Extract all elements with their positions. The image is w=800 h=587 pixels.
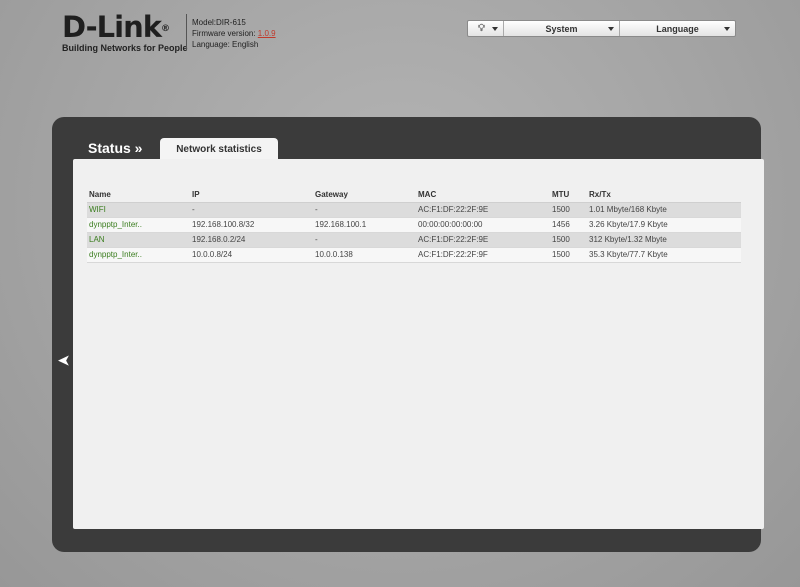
breadcrumb-status[interactable]: Status » [88, 140, 142, 156]
interface-name-link[interactable]: WIFI [87, 202, 190, 218]
cell-rxtx: 1.01 Mbyte/168 Kbyte [587, 202, 741, 218]
cell-gateway: 10.0.0.138 [313, 247, 416, 263]
logo-registered-mark: ® [161, 24, 170, 34]
logo-text: D-Link [62, 10, 162, 44]
cell-mtu: 1456 [550, 217, 587, 233]
language-menu-label: Language [656, 23, 699, 34]
cell-rxtx: 312 Kbyte/1.32 Mbyte [587, 232, 741, 248]
cell-ip: 10.0.0.8/24 [190, 247, 313, 263]
column-header-name: Name [87, 188, 190, 203]
column-header-gateway: Gateway [313, 188, 416, 203]
cell-mac: AC:F1:DF:22:2F:9F [416, 247, 550, 263]
cell-mtu: 1500 [550, 247, 587, 263]
interface-name-link[interactable]: dynpptp_Inter.. [87, 217, 190, 233]
cell-ip: 192.168.100.8/32 [190, 217, 313, 233]
cell-mac: 00:00:00:00:00:00 [416, 217, 550, 233]
dlink-logo: D-Link® Building Networks for People [62, 10, 188, 53]
network-statistics-table: Name IP Gateway MAC MTU Rx/Tx WIFI - - A… [87, 188, 741, 263]
column-header-ip: IP [190, 188, 313, 203]
system-menu-dropdown[interactable]: System [504, 21, 620, 36]
language-info: Language: English [192, 40, 259, 49]
device-info: Model:DIR-615 Firmware version: 1.0.9 La… [192, 17, 276, 50]
system-menu-label: System [545, 23, 578, 34]
chevron-down-icon [724, 27, 730, 31]
logo-tagline: Building Networks for People [62, 43, 188, 53]
table-row: dynpptp_Inter.. 192.168.100.8/32 192.168… [87, 217, 741, 233]
lightbulb-icon: 💡︎ [478, 23, 485, 34]
table-row: dynpptp_Inter.. 10.0.0.8/24 10.0.0.138 A… [87, 247, 741, 263]
cell-gateway: - [313, 202, 416, 218]
cell-gateway: 192.168.100.1 [313, 217, 416, 233]
chevron-down-icon [608, 27, 614, 31]
interface-name-link[interactable]: dynpptp_Inter.. [87, 247, 190, 263]
firmware-line: Firmware version: 1.0.9 [192, 28, 276, 39]
cell-gateway: - [313, 232, 416, 248]
firmware-label: Firmware version: [192, 29, 258, 38]
column-header-mac: MAC [416, 188, 550, 203]
table-row: WIFI - - AC:F1:DF:22:2F:9E 1500 1.01 Mby… [87, 202, 741, 218]
model-label: Model:DIR-615 [192, 18, 246, 27]
cell-mac: AC:F1:DF:22:2F:9E [416, 232, 550, 248]
firmware-version-link[interactable]: 1.0.9 [258, 29, 276, 38]
cell-rxtx: 35.3 Kbyte/77.7 Kbyte [587, 247, 741, 263]
cell-mtu: 1500 [550, 232, 587, 248]
cell-ip: 192.168.0.2/24 [190, 232, 313, 248]
column-header-mtu: MTU [550, 188, 587, 203]
language-menu-dropdown[interactable]: Language [620, 21, 735, 36]
table-header-row: Name IP Gateway MAC MTU Rx/Tx [87, 188, 741, 203]
column-header-rxtx: Rx/Tx [587, 188, 741, 203]
header-divider [186, 14, 187, 50]
cell-mac: AC:F1:DF:22:2F:9E [416, 202, 550, 218]
cell-rxtx: 3.26 Kbyte/17.9 Kbyte [587, 217, 741, 233]
top-menu-bar: 💡︎ System Language [467, 20, 736, 37]
chevron-down-icon [492, 27, 498, 31]
cell-ip: - [190, 202, 313, 218]
notifications-dropdown[interactable]: 💡︎ [468, 21, 504, 36]
tab-network-statistics[interactable]: Network statistics [160, 138, 278, 160]
interface-name-link[interactable]: LAN [87, 232, 190, 248]
chevron-left-icon[interactable]: ➤ [58, 352, 70, 369]
cell-mtu: 1500 [550, 202, 587, 218]
table-row: LAN 192.168.0.2/24 - AC:F1:DF:22:2F:9E 1… [87, 232, 741, 248]
